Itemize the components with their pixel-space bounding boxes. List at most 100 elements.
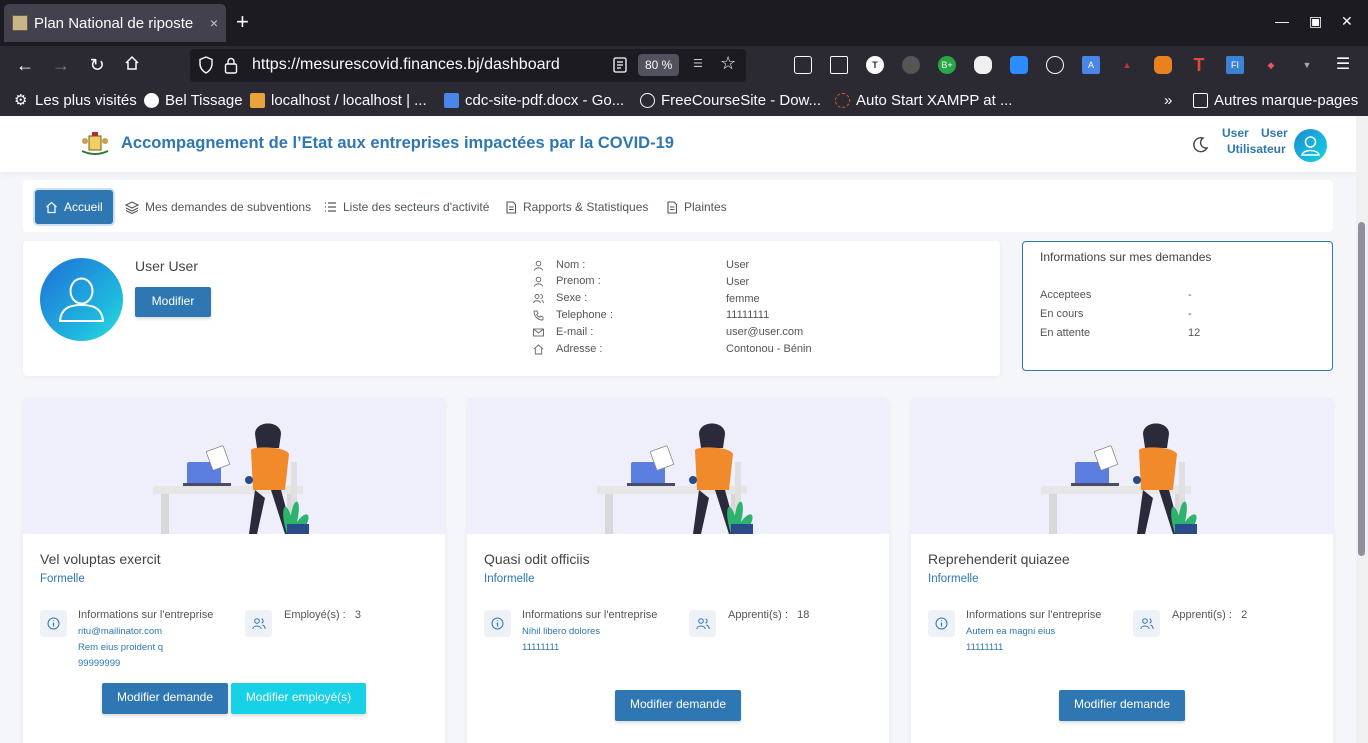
lock-icon[interactable] <box>224 56 238 74</box>
demande-card: Vel voluptas exercit Formelle Informatio… <box>23 398 445 743</box>
modifier-demande-button[interactable]: Modifier demande <box>615 690 741 721</box>
header-user-firstname[interactable]: User <box>1222 126 1249 140</box>
bookmark-item[interactable]: cdc-site-pdf.docx - Go... <box>444 92 624 109</box>
card-staff-count: 3 <box>354 609 362 621</box>
zoom-app-icon[interactable] <box>1010 56 1028 74</box>
modifier-demande-button[interactable]: Modifier demande <box>102 683 228 714</box>
home-icon <box>46 201 57 213</box>
card-info-line: 11111111 <box>966 642 1004 653</box>
card-staff-count: 18 <box>797 609 810 621</box>
bookmark-item[interactable]: FreeCourseSite - Dow... <box>640 92 821 109</box>
extension-eraser-icon[interactable]: ◆ <box>1262 56 1280 74</box>
profile-field-prenom: Prenom : <box>533 275 601 287</box>
profile-field-telephone: Telephone : <box>533 309 613 321</box>
vue-devtools-icon[interactable]: ▼ <box>1298 56 1316 74</box>
window-close-icon[interactable]: ✕ <box>1341 13 1353 30</box>
page-content: Accompagnement de l’Etat aux entreprises… <box>0 116 1356 743</box>
card-info-line: ritu@mailinator.com <box>78 626 163 637</box>
tab-title: Plan National de riposte <box>34 14 194 32</box>
woman-at-desk-illustration <box>1041 423 1197 534</box>
metamask-icon[interactable] <box>1154 56 1172 74</box>
dark-mode-moon-icon[interactable] <box>1191 136 1209 154</box>
profile-field-nom: Nom : <box>533 259 585 271</box>
other-bookmarks[interactable]: Autres marque-pages <box>1193 92 1358 109</box>
sidebar-icon[interactable] <box>830 56 848 74</box>
new-tab-icon[interactable]: + <box>236 11 249 33</box>
user-icon <box>534 260 543 271</box>
bookmark-item[interactable]: Auto Start XAMPP at ... <box>835 92 1012 109</box>
google-docs-icon <box>444 93 459 108</box>
translate-icon[interactable]: ☰ <box>693 57 711 75</box>
extension-b-icon[interactable]: B+ <box>938 56 956 74</box>
gear-icon: ⚙ <box>14 92 28 109</box>
modifier-demande-button[interactable]: Modifier demande <box>1059 690 1185 721</box>
bookmark-item[interactable]: ⚙ Les plus visités <box>14 92 137 109</box>
gear-orange-icon <box>835 93 850 108</box>
bookmark-item[interactable]: localhost / localhost | ... <box>250 92 427 109</box>
benin-coat-of-arms-icon <box>81 132 109 155</box>
zoom-level[interactable]: 80 % <box>638 54 680 76</box>
shield-icon[interactable] <box>198 56 214 74</box>
menu-item-accueil[interactable]: Accueil <box>35 190 113 224</box>
card-info-label: Informations sur l'entreprise <box>966 609 1102 621</box>
menu-item-rapports[interactable]: Rapports & Statistiques <box>495 190 658 224</box>
menu-item-plaintes[interactable]: Plaintes <box>656 190 737 224</box>
translate-extension-icon[interactable]: A <box>1082 56 1100 74</box>
bookmark-item[interactable]: Bel Tissage <box>144 92 243 109</box>
card-staff-label: Apprenti(s) : 18 <box>728 609 810 621</box>
url-bar[interactable]: https://mesurescovid.finances.bj/dashboa… <box>190 49 746 82</box>
demande-card: Reprehenderit quiazee Informelle Informa… <box>911 398 1333 743</box>
back-icon[interactable]: ← <box>14 55 36 75</box>
profile-name: User User <box>135 258 199 274</box>
card-type: Formelle <box>40 573 85 585</box>
pocket-icon[interactable] <box>794 56 812 74</box>
header-user-lastname[interactable]: User <box>1261 126 1288 140</box>
header-avatar[interactable] <box>1294 129 1327 162</box>
browser-tab[interactable]: Plan National de riposte × <box>4 4 226 42</box>
document-icon <box>506 200 517 214</box>
modifier-employes-button[interactable]: Modifier employé(s) <box>231 683 366 714</box>
profile-value-sexe: femme <box>726 293 760 305</box>
extension-ball-icon[interactable] <box>902 56 920 74</box>
extension-capsule-icon[interactable] <box>974 56 992 74</box>
reader-view-icon[interactable] <box>612 56 628 74</box>
react-devtools-icon[interactable] <box>1046 56 1064 74</box>
menu-hamburger-icon[interactable]: ☰ <box>1334 56 1352 74</box>
card-illustration <box>467 398 889 534</box>
edit-profile-button[interactable]: Modifier <box>135 287 211 317</box>
forward-icon[interactable]: → <box>50 55 72 75</box>
home-icon[interactable] <box>121 55 143 75</box>
header-user-role: Utilisateur <box>1227 142 1286 156</box>
tab-close-icon[interactable]: × <box>210 15 218 31</box>
site-title: Accompagnement de l’Etat aux entreprises… <box>121 134 674 152</box>
menu-item-secteurs[interactable]: Liste des secteurs d'activité <box>314 190 499 224</box>
card-staff-count: 2 <box>1241 609 1248 621</box>
reload-icon[interactable]: ↻ <box>86 55 108 75</box>
extension-fi-icon[interactable]: FI <box>1226 56 1244 74</box>
woman-at-desk-illustration <box>597 423 753 534</box>
demandes-value-encours: - <box>1188 308 1192 320</box>
bookmarks-overflow-icon[interactable]: » <box>1164 92 1172 109</box>
url-text[interactable]: https://mesurescovid.finances.bj/dashboa… <box>252 56 560 74</box>
minimize-icon[interactable]: — <box>1275 13 1289 29</box>
extension-red-icon[interactable]: ▲ <box>1118 56 1136 74</box>
scrollbar-thumb[interactable] <box>1358 222 1365 556</box>
layers-icon <box>125 200 139 214</box>
site-header: Accompagnement de l’Etat aux entreprises… <box>0 116 1356 172</box>
mail-icon <box>533 328 544 336</box>
profile-field-adresse: Adresse : <box>533 343 602 355</box>
maximize-icon[interactable]: ▣ <box>1309 13 1322 30</box>
extension-t-icon[interactable]: T <box>866 56 884 74</box>
demandes-title: Informations sur mes demandes <box>1040 250 1212 264</box>
menu-item-demandes[interactable]: Mes demandes de subventions <box>115 190 321 224</box>
globe-icon <box>640 93 655 108</box>
card-type: Informelle <box>928 573 979 585</box>
page-scrollbar[interactable] <box>1356 116 1368 743</box>
card-info-line: Rem eius proident q <box>78 642 164 653</box>
extension-t-red-icon[interactable]: T <box>1190 56 1208 74</box>
home-icon <box>533 343 544 354</box>
bookmark-star-icon[interactable]: ☆ <box>720 53 736 74</box>
profile-field-email: E-mail : <box>533 326 593 338</box>
users-icon <box>533 293 544 303</box>
browser-nav-bar: ← → ↻ https://mesurescovid.finances.bj/d… <box>0 46 1368 86</box>
